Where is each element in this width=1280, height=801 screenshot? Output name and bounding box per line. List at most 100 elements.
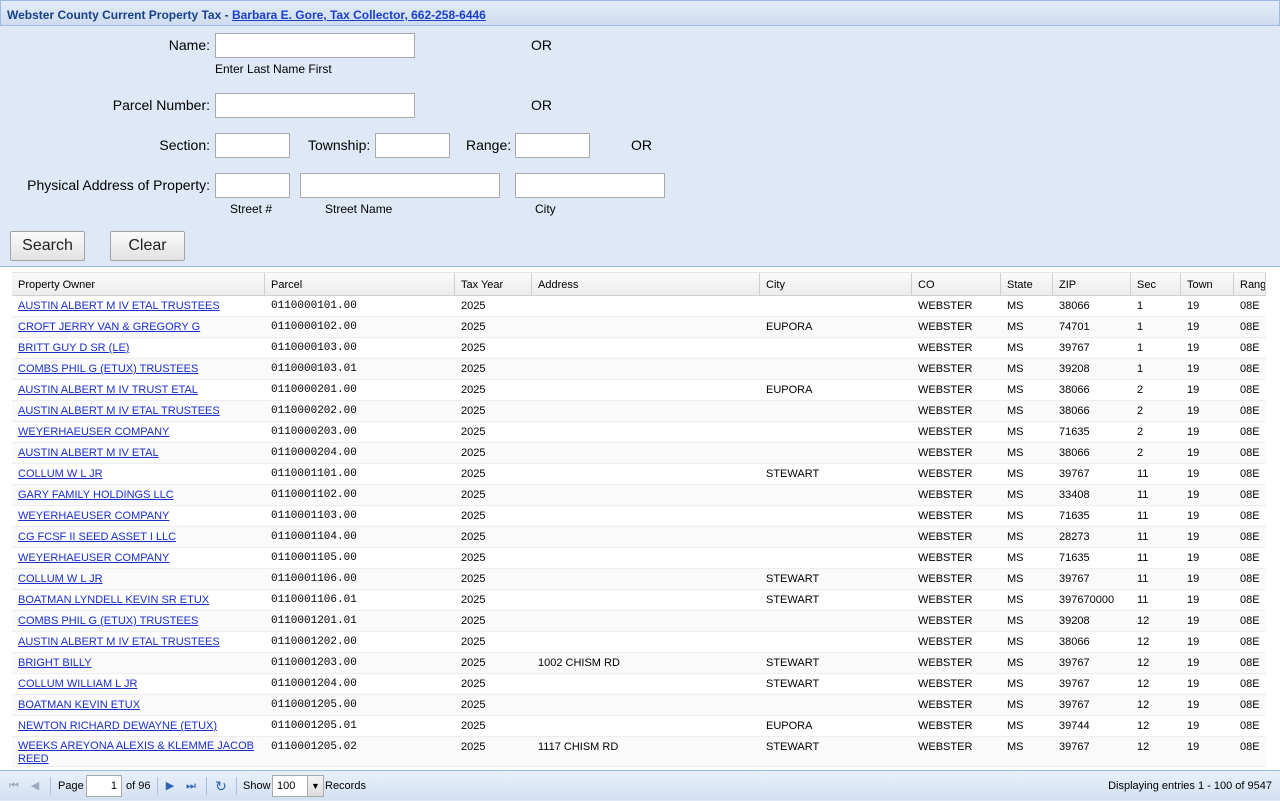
column-header-parcel[interactable]: Parcel bbox=[265, 273, 455, 296]
city-input[interactable] bbox=[515, 173, 665, 198]
owner-link[interactable]: WEYERHAEUSER COMPANY bbox=[18, 552, 169, 564]
column-header-county[interactable]: CO bbox=[912, 273, 1001, 296]
owner-link[interactable]: GARY FAMILY HOLDINGS LLC bbox=[18, 489, 174, 501]
table-row[interactable]: BOATMAN KEVIN ETUX 0110001205.00 2025 WEBST… bbox=[12, 695, 1266, 716]
section-input[interactable] bbox=[215, 133, 290, 158]
table-row[interactable]: NEWTON RICHARD DEWAYNE (ETUX) 0110001205.… bbox=[12, 716, 1266, 737]
owner-link[interactable]: BRITT GUY D SR (LE) bbox=[18, 342, 129, 354]
column-header-township[interactable]: Town bbox=[1181, 273, 1234, 296]
cell-zip: 71635 bbox=[1059, 426, 1090, 438]
cell-state: MS bbox=[1007, 363, 1024, 375]
owner-link[interactable]: NEWTON RICHARD DEWAYNE (ETUX) bbox=[18, 720, 217, 732]
table-row[interactable]: AUSTIN ALBERT M IV ETAL TRUSTEES 01100012… bbox=[12, 632, 1266, 653]
cell-state: MS bbox=[1007, 510, 1024, 522]
owner-link[interactable]: BRIGHT BILLY bbox=[18, 657, 92, 669]
search-button[interactable]: Search bbox=[10, 231, 85, 261]
table-row[interactable]: COMBS PHIL G (ETUX) TRUSTEES 0110001201.0… bbox=[12, 611, 1266, 632]
table-row[interactable]: AUSTIN ALBERT M IV ETAL 0110000204.00 2025… bbox=[12, 443, 1266, 464]
cell-zip: 39744 bbox=[1059, 720, 1090, 732]
cell-state: MS bbox=[1007, 426, 1024, 438]
column-header-zip[interactable]: ZIP bbox=[1053, 273, 1131, 296]
owner-link[interactable]: COLLUM W L JR bbox=[18, 573, 103, 585]
chevron-down-icon[interactable]: ▼ bbox=[307, 776, 323, 796]
cell-address bbox=[532, 380, 760, 384]
cell-county: WEBSTER bbox=[918, 342, 973, 354]
owner-link[interactable]: CG FCSF II SEED ASSET I LLC bbox=[18, 531, 176, 543]
tax-collector-link[interactable]: Barbara E. Gore, Tax Collector, 662-258-… bbox=[232, 8, 486, 22]
table-row[interactable]: BRIGHT BILLY 0110001203.00 2025 1002 CHISM … bbox=[12, 653, 1266, 674]
table-row[interactable]: COMBS PHIL G (ETUX) TRUSTEES 0110000103.0… bbox=[12, 359, 1266, 380]
first-page-icon[interactable]: ⏮ bbox=[7, 779, 21, 793]
table-row[interactable]: CROFT JERRY VAN & GREGORY G 0110000102.00… bbox=[12, 317, 1266, 338]
column-header-city[interactable]: City bbox=[760, 273, 912, 296]
column-header-range[interactable]: Rang bbox=[1234, 273, 1266, 296]
owner-link[interactable]: CROFT JERRY VAN & GREGORY G bbox=[18, 321, 200, 333]
owner-link[interactable]: WEYERHAEUSER COMPANY bbox=[18, 510, 169, 522]
table-row[interactable]: AUSTIN ALBERT M IV ETAL TRUSTEES 01100001… bbox=[12, 296, 1266, 317]
owner-link[interactable]: COLLUM W L JR bbox=[18, 468, 103, 480]
cell-range: 08E bbox=[1240, 468, 1260, 480]
cell-county: WEBSTER bbox=[918, 531, 973, 543]
owner-link[interactable]: WEYERHAEUSER COMPANY bbox=[18, 426, 169, 438]
table-row[interactable]: WEEKS AREYONA ALEXIS & KLEMME JACOB REED… bbox=[12, 737, 1266, 767]
column-header-tax-year[interactable]: Tax Year bbox=[455, 273, 532, 296]
table-row[interactable]: BRITT GUY D SR (LE) 0110000103.00 2025 WEBS… bbox=[12, 338, 1266, 359]
prev-page-icon[interactable]: ◀ bbox=[28, 779, 42, 793]
owner-link[interactable]: AUSTIN ALBERT M IV ETAL TRUSTEES bbox=[18, 405, 220, 417]
owner-link[interactable]: COLLUM WILLIAM L JR bbox=[18, 678, 137, 690]
cell-state: MS bbox=[1007, 447, 1024, 459]
street-number-input[interactable] bbox=[215, 173, 290, 198]
next-page-icon[interactable]: ▶ bbox=[163, 779, 177, 793]
cell-city bbox=[760, 359, 912, 363]
owner-link[interactable]: AUSTIN ALBERT M IV ETAL TRUSTEES bbox=[18, 300, 220, 312]
column-header-address[interactable]: Address bbox=[532, 273, 760, 296]
cell-zip: 71635 bbox=[1059, 552, 1090, 564]
cell-township: 19 bbox=[1187, 405, 1200, 417]
table-row[interactable]: GARY FAMILY HOLDINGS LLC 0110001102.00 202… bbox=[12, 485, 1266, 506]
street-number-hint: Street # bbox=[230, 202, 273, 216]
township-input[interactable] bbox=[375, 133, 450, 158]
page-number-input[interactable] bbox=[86, 775, 122, 797]
cell-parcel: 0110001201.01 bbox=[271, 615, 357, 627]
table-row[interactable]: WEYERHAEUSER COMPANY 0110000203.00 2025 WEB… bbox=[12, 422, 1266, 443]
table-row[interactable]: WEYERHAEUSER COMPANY 0110001103.00 2025 WEB… bbox=[12, 506, 1266, 527]
owner-link[interactable]: COMBS PHIL G (ETUX) TRUSTEES bbox=[18, 363, 198, 375]
last-page-icon[interactable]: ⏭ bbox=[184, 779, 198, 793]
cell-state: MS bbox=[1007, 720, 1024, 732]
page-header: Webster County Current Property Tax - Ba… bbox=[0, 0, 1280, 26]
cell-tax-year: 2025 bbox=[461, 489, 486, 501]
owner-link[interactable]: AUSTIN ALBERT M IV TRUST ETAL bbox=[18, 384, 198, 396]
records-per-page-select[interactable]: 100 ▼ bbox=[272, 775, 324, 797]
owner-link[interactable]: COMBS PHIL G (ETUX) TRUSTEES bbox=[18, 615, 198, 627]
table-row[interactable]: WEYERHAEUSER COMPANY 0110001105.00 2025 WEB… bbox=[12, 548, 1266, 569]
table-row[interactable]: COLLUM W L JR 0110001101.00 2025 STEWART WEB… bbox=[12, 464, 1266, 485]
owner-link[interactable]: AUSTIN ALBERT M IV ETAL bbox=[18, 447, 159, 459]
cell-address: 1117 CHISM RD bbox=[538, 741, 619, 753]
table-row[interactable]: BOATMAN LYNDELL KEVIN SR ETUX 0110001106.… bbox=[12, 590, 1266, 611]
table-row[interactable]: AUSTIN ALBERT M IV ETAL TRUSTEES 01100002… bbox=[12, 401, 1266, 422]
cell-range: 08E bbox=[1240, 678, 1260, 690]
table-row[interactable]: AUSTIN ALBERT M IV TRUST ETAL 0110000201.… bbox=[12, 380, 1266, 401]
column-header-state[interactable]: State bbox=[1001, 273, 1053, 296]
table-row[interactable]: CG FCSF II SEED ASSET I LLC 0110001104.00… bbox=[12, 527, 1266, 548]
range-input[interactable] bbox=[515, 133, 590, 158]
parcel-input[interactable] bbox=[215, 93, 415, 118]
refresh-icon[interactable]: ↻ bbox=[214, 779, 228, 793]
column-header-owner[interactable]: Property Owner bbox=[12, 273, 265, 296]
owner-link[interactable]: WEEKS AREYONA ALEXIS & KLEMME JACOB REED bbox=[18, 740, 254, 765]
clear-button[interactable]: Clear bbox=[110, 231, 185, 261]
name-input[interactable] bbox=[215, 33, 415, 58]
cell-zip: 397670000 bbox=[1059, 594, 1115, 606]
street-name-input[interactable] bbox=[300, 173, 500, 198]
column-header-section[interactable]: Sec bbox=[1131, 273, 1181, 296]
owner-link[interactable]: BOATMAN LYNDELL KEVIN SR ETUX bbox=[18, 594, 209, 606]
parcel-label: Parcel Number: bbox=[112, 97, 210, 113]
cell-zip: 71635 bbox=[1059, 510, 1090, 522]
cell-owner: COLLUM WILLIAM L JR bbox=[12, 674, 265, 690]
owner-link[interactable]: BOATMAN KEVIN ETUX bbox=[18, 699, 140, 711]
table-row[interactable]: COLLUM W L JR 0110001106.00 2025 STEWART WEB… bbox=[12, 569, 1266, 590]
owner-link[interactable]: AUSTIN ALBERT M IV ETAL TRUSTEES bbox=[18, 636, 220, 648]
cell-range: 08E bbox=[1240, 300, 1260, 312]
cell-zip: 39767 bbox=[1059, 699, 1090, 711]
table-row[interactable]: COLLUM WILLIAM L JR 0110001204.00 2025 STEW… bbox=[12, 674, 1266, 695]
